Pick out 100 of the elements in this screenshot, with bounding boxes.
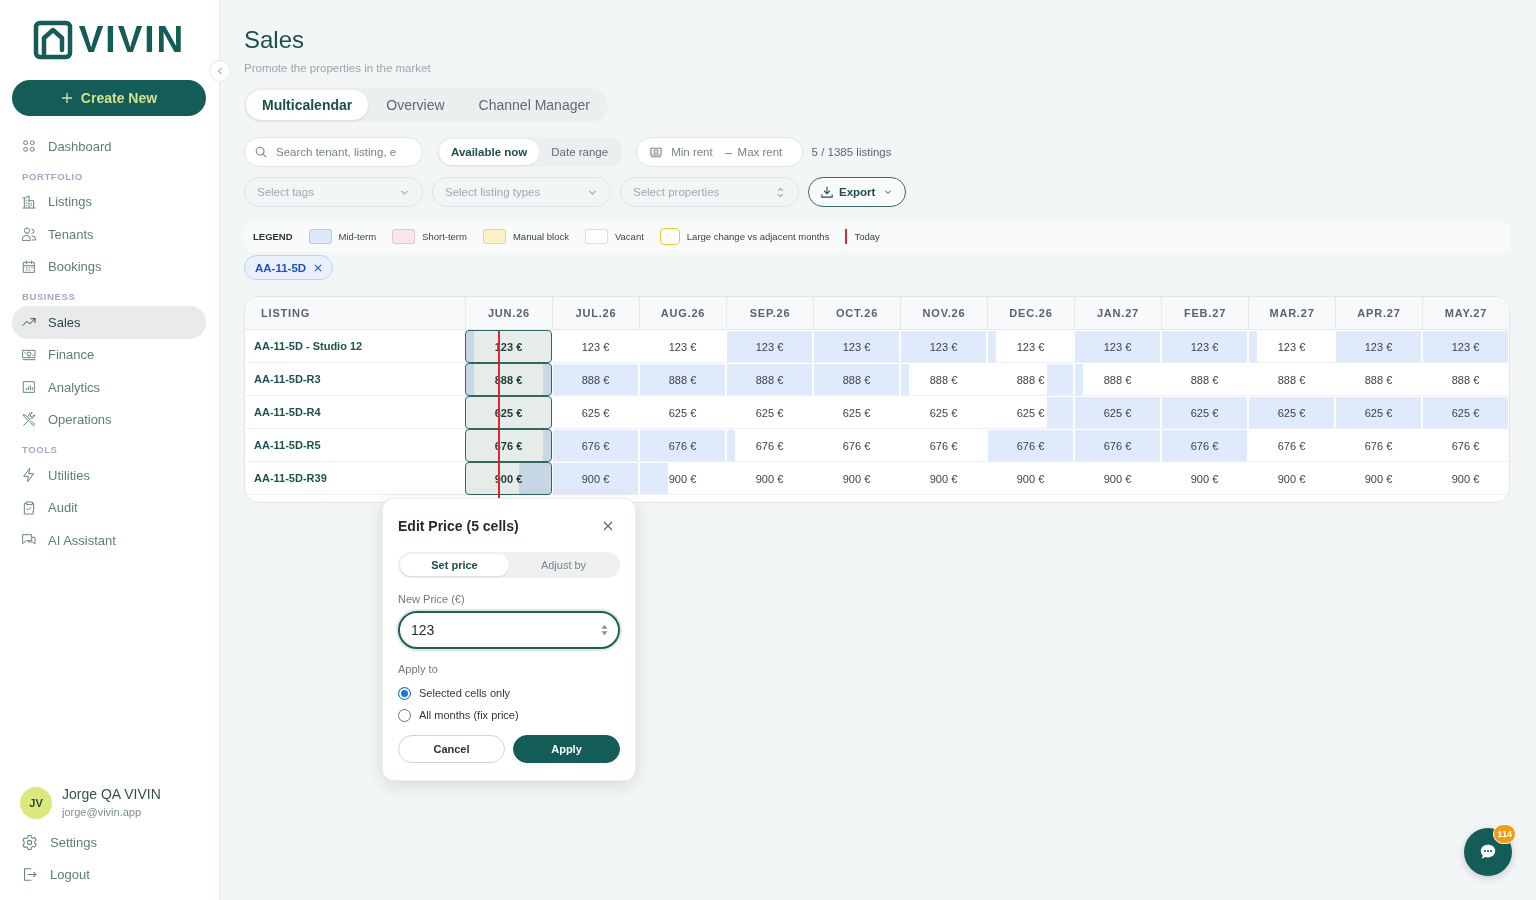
price-cell[interactable]: 676 €: [726, 429, 813, 462]
price-cell[interactable]: 900 €: [813, 462, 900, 495]
column-header: SEP.26: [726, 297, 813, 330]
listing-name[interactable]: AA-11-5D-R4: [245, 396, 465, 429]
price-cell[interactable]: 900 €: [1248, 462, 1335, 495]
price-cell[interactable]: 676 €: [1074, 429, 1161, 462]
price-cell[interactable]: 888 €: [552, 363, 639, 396]
filter-chip[interactable]: AA-11-5D: [244, 255, 334, 280]
price-cell[interactable]: 888 €: [1248, 363, 1335, 396]
price-cell[interactable]: 888 €: [1161, 363, 1248, 396]
listing-name[interactable]: AA-11-5D-R5: [245, 429, 465, 462]
nav-item[interactable]: Bookings: [12, 250, 206, 283]
nav-item[interactable]: Dashboard: [12, 130, 206, 163]
price-cell[interactable]: 888 €: [639, 363, 726, 396]
price-cell[interactable]: 676 €: [1422, 429, 1509, 462]
price-cell[interactable]: 676 €: [987, 429, 1074, 462]
apply-button[interactable]: Apply: [513, 735, 620, 763]
availability-option[interactable]: Date range: [539, 139, 621, 165]
availability-option[interactable]: Available now: [439, 139, 540, 165]
price-cell[interactable]: 676 €: [1161, 429, 1248, 462]
create-new-button[interactable]: Create New: [12, 80, 206, 116]
price-cell[interactable]: 900 €: [639, 462, 726, 495]
price-cell[interactable]: 888 €: [900, 363, 987, 396]
price-mode-option[interactable]: Adjust by: [509, 554, 618, 576]
price-cell[interactable]: 676 €: [1335, 429, 1422, 462]
radio-label[interactable]: Selected cells only: [419, 687, 511, 699]
price-cell[interactable]: 676 €: [639, 429, 726, 462]
nav-item[interactable]: Operations: [12, 403, 206, 436]
price-cell[interactable]: 900 €: [1161, 462, 1248, 495]
price-cell[interactable]: 625 €: [1074, 396, 1161, 429]
radio-label[interactable]: All months (fix price): [419, 709, 519, 721]
nav-item[interactable]: AI Assistant: [12, 524, 206, 557]
cancel-button[interactable]: Cancel: [398, 735, 505, 763]
price-cell[interactable]: 625 €: [813, 396, 900, 429]
price-mode-option[interactable]: Set price: [400, 554, 509, 576]
max-rent-field[interactable]: Max rent: [737, 146, 790, 158]
price-cell[interactable]: 900 €: [552, 462, 639, 495]
chat-button[interactable]: [1464, 828, 1512, 876]
price-cell[interactable]: 625 €: [726, 396, 813, 429]
price-cell[interactable]: 888 €: [1335, 363, 1422, 396]
price-cell[interactable]: 900 €: [726, 462, 813, 495]
price-cell[interactable]: 123 €: [1074, 330, 1161, 363]
price-cell[interactable]: 676 €: [552, 429, 639, 462]
price-cell[interactable]: 123 €: [1248, 330, 1335, 363]
price-cell[interactable]: 123 €: [1422, 330, 1509, 363]
price-cell[interactable]: 123 €: [552, 330, 639, 363]
nav-item[interactable]: Sales: [12, 306, 206, 339]
price-input[interactable]: 123: [398, 611, 620, 649]
price-cell[interactable]: 625 €: [552, 396, 639, 429]
settings-link[interactable]: Settings: [12, 826, 206, 859]
listing-name[interactable]: AA-11-5D-R3: [245, 363, 465, 396]
export-button[interactable]: Export: [808, 177, 907, 207]
spinner-icon[interactable]: [600, 623, 609, 637]
price-cell[interactable]: 625 €: [1422, 396, 1509, 429]
legend-label: Large change vs adjacent months: [686, 231, 830, 242]
radio-button[interactable]: [398, 708, 411, 722]
price-cell[interactable]: 888 €: [1422, 363, 1509, 396]
price-cell[interactable]: 625 €: [1335, 396, 1422, 429]
radio-button[interactable]: [398, 686, 411, 700]
nav-item[interactable]: Utilities: [12, 459, 206, 492]
logout-link[interactable]: Logout: [12, 858, 206, 891]
view-tab[interactable]: Channel Manager: [462, 90, 606, 120]
price-cell[interactable]: 625 €: [1248, 396, 1335, 429]
close-icon[interactable]: [603, 521, 613, 531]
price-cell[interactable]: 888 €: [987, 363, 1074, 396]
price-cell[interactable]: 625 €: [987, 396, 1074, 429]
price-cell[interactable]: 123 €: [900, 330, 987, 363]
price-cell[interactable]: 888 €: [1074, 363, 1161, 396]
legend-label: Short-term: [422, 231, 467, 242]
nav-item[interactable]: Analytics: [12, 371, 206, 404]
price-cell[interactable]: 625 €: [639, 396, 726, 429]
price-cell[interactable]: 888 €: [813, 363, 900, 396]
price-cell[interactable]: 123 €: [1161, 330, 1248, 363]
price-cell[interactable]: 900 €: [987, 462, 1074, 495]
price-cell[interactable]: 123 €: [987, 330, 1074, 363]
price-cell[interactable]: 900 €: [1335, 462, 1422, 495]
nav-item[interactable]: Audit: [12, 491, 206, 524]
search-field[interactable]: Search tenant, listing, e: [244, 137, 423, 167]
price-cell[interactable]: 888 €: [726, 363, 813, 396]
min-rent-field[interactable]: Min rent: [671, 146, 720, 158]
nav-item[interactable]: Tenants: [12, 218, 206, 251]
price-cell[interactable]: 625 €: [900, 396, 987, 429]
price-cell[interactable]: 123 €: [1335, 330, 1422, 363]
price-cell[interactable]: 676 €: [1248, 429, 1335, 462]
nav-item[interactable]: Listings: [12, 185, 206, 218]
view-tab[interactable]: Overview: [370, 90, 461, 120]
view-tab[interactable]: Multicalendar: [246, 90, 369, 120]
price-cell[interactable]: 900 €: [1422, 462, 1509, 495]
nav-item[interactable]: Finance: [12, 338, 206, 371]
listing-name[interactable]: AA-11-5D-R39: [245, 462, 465, 495]
listing-name[interactable]: AA-11-5D - Studio 12: [245, 330, 465, 363]
price-cell[interactable]: 123 €: [639, 330, 726, 363]
column-header: NOV.26: [900, 297, 987, 330]
price-cell[interactable]: 676 €: [813, 429, 900, 462]
price-cell[interactable]: 900 €: [900, 462, 987, 495]
price-cell[interactable]: 676 €: [900, 429, 987, 462]
price-cell[interactable]: 900 €: [1074, 462, 1161, 495]
price-cell[interactable]: 625 €: [1161, 396, 1248, 429]
price-cell[interactable]: 123 €: [726, 330, 813, 363]
price-cell[interactable]: 123 €: [813, 330, 900, 363]
